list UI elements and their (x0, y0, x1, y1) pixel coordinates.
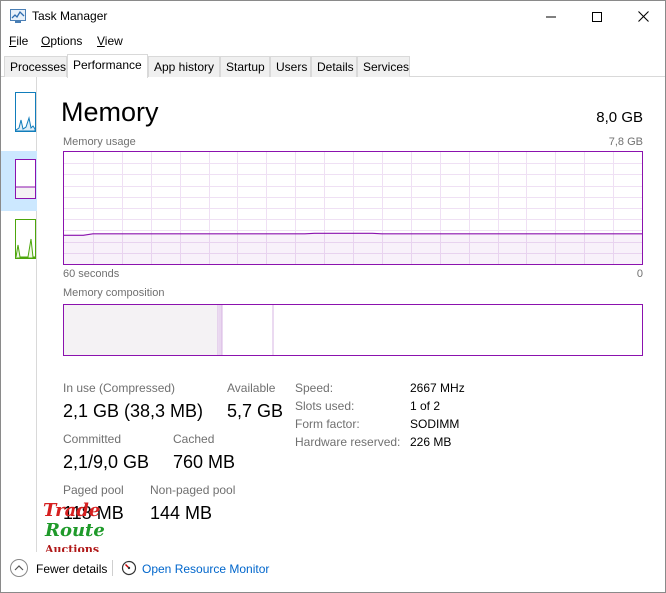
menu-options[interactable]: Options (41, 34, 82, 48)
speed-label: Speed: (295, 381, 334, 395)
menu-bar: File Options View (1, 32, 665, 52)
menu-file-rest: ile (16, 34, 29, 48)
minimize-button[interactable] (528, 1, 574, 32)
task-manager-window: Task Manager File Options View Processes… (0, 0, 666, 593)
memory-usage-graph (63, 151, 643, 265)
tab-strip: Processes Performance App history Startu… (1, 54, 665, 78)
available-value: 5,7 GB (227, 401, 284, 421)
resource-monitor-icon[interactable] (121, 560, 137, 576)
memory-composition-plot (64, 305, 274, 355)
menu-view[interactable]: View (97, 34, 123, 48)
x-axis-right-label: 0 (636, 268, 643, 280)
disk-thumbnail-graph (15, 219, 36, 259)
tab-details[interactable]: Details (311, 56, 357, 77)
in-use-value: 2,1 GB (38,3 MB) (63, 401, 204, 421)
page-title: Memory (61, 97, 159, 127)
memory-usage-label: Memory usage (63, 136, 136, 148)
tab-services[interactable]: Services (357, 56, 410, 77)
cpu-thumbnail-graph (15, 92, 36, 132)
speed-value: 2667 MHz (410, 381, 465, 395)
title-bar: Task Manager (1, 1, 665, 32)
fewer-details-button[interactable] (10, 559, 28, 577)
composition-in-use (64, 305, 218, 355)
menu-view-rest: iew (104, 34, 123, 48)
footer-divider (112, 560, 113, 576)
tab-users[interactable]: Users (270, 56, 311, 77)
menu-options-accel: O (41, 34, 51, 48)
minimize-icon (546, 16, 556, 17)
form-factor-label: Form factor: (295, 417, 360, 431)
tab-app-history[interactable]: App history (148, 56, 220, 77)
paged-pool-value: 118 MB (63, 503, 124, 523)
tab-performance[interactable]: Performance (67, 54, 148, 78)
maximize-icon (592, 11, 602, 22)
committed-label: Committed (63, 432, 122, 446)
fewer-details-text: Fewer details (36, 562, 108, 576)
slots-used-value: 1 of 2 (410, 399, 441, 413)
committed-value: 2,1/9,0 GB (63, 452, 150, 472)
memory-usage-max: 7,8 GB (608, 136, 643, 148)
sidebar-item-disk[interactable] (1, 219, 37, 279)
task-manager-app-icon (10, 9, 26, 23)
tab-processes[interactable]: Processes (4, 56, 67, 77)
hardware-reserved-label: Hardware reserved: (295, 435, 401, 449)
open-resource-monitor-link[interactable]: Open Resource Monitor (142, 562, 269, 576)
x-axis-left-label: 60 seconds (63, 268, 120, 280)
footer-bar: Fewer details Open Resource Monitor (1, 552, 665, 592)
usage-area (64, 233, 642, 264)
maximize-button[interactable] (574, 1, 620, 32)
memory-composition-bar (63, 304, 643, 356)
tab-startup[interactable]: Startup (220, 56, 270, 77)
menu-options-rest: ptions (50, 34, 83, 48)
available-label: Available (227, 381, 276, 395)
cached-value: 760 MB (173, 452, 236, 472)
form-factor-value: SODIMM (410, 417, 460, 431)
hardware-reserved-value: 226 MB (410, 435, 452, 449)
fewer-details-link[interactable]: Fewer details (36, 562, 107, 576)
non-paged-pool-label: Non-paged pool (150, 483, 236, 497)
sidebar-item-cpu[interactable] (1, 92, 37, 152)
chevron-up-icon (14, 565, 24, 571)
paged-pool-label: Paged pool (63, 483, 124, 497)
cached-label: Cached (173, 432, 215, 446)
memory-usage-plot (64, 152, 642, 264)
menu-view-accel: V (97, 34, 105, 48)
resource-sidebar (1, 77, 37, 552)
menu-file[interactable]: File (9, 34, 28, 48)
memory-total: 8,0 GB (596, 109, 643, 126)
close-button[interactable] (620, 1, 666, 32)
slots-used-label: Slots used: (295, 399, 355, 413)
memory-thumbnail-graph (15, 159, 36, 199)
window-title: Task Manager (32, 9, 108, 23)
sidebar-item-memory[interactable] (1, 151, 37, 211)
memory-composition-label: Memory composition (63, 287, 165, 299)
in-use-label: In use (Compressed) (63, 381, 176, 395)
close-icon (637, 11, 649, 22)
memory-panel: Memory 8,0 GB Memory usage 7,8 GB 60 sec… (38, 77, 665, 552)
non-paged-pool-value: 144 MB (150, 503, 213, 523)
